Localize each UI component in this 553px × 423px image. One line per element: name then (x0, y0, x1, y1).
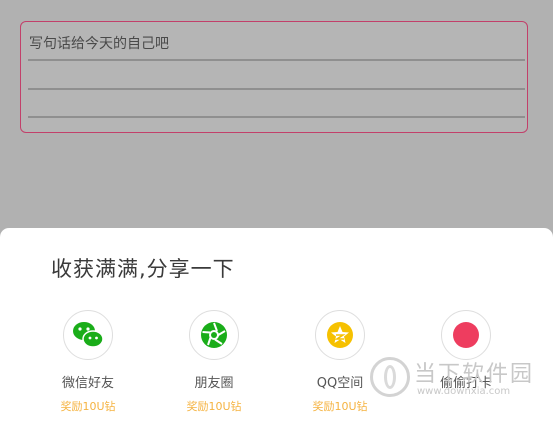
reward-label: 奖励10U钻 (186, 400, 242, 413)
reward-label: 奖励10U钻 (312, 400, 368, 413)
share-sheet-title: 收获满满,分享一下 (51, 257, 235, 281)
share-moments-button[interactable]: 朋友圈 奖励10U钻 (159, 310, 269, 414)
share-label: 微信好友 (61, 376, 114, 391)
watermark-logo-icon (370, 357, 410, 397)
note-placeholder: 写句话给今天的自己吧 (29, 36, 169, 52)
wechat-icon (63, 310, 113, 360)
moments-icon (189, 310, 239, 360)
note-line (28, 116, 525, 118)
watermark-url: www.downxia.com (417, 386, 511, 397)
reward-label: 奖励10U钻 (60, 400, 116, 413)
watermark-text: 当下软件园 (414, 362, 535, 387)
record-icon (441, 310, 491, 360)
note-input-box[interactable]: 写句话给今天的自己吧 (20, 21, 528, 133)
note-line (28, 59, 525, 61)
note-line (28, 88, 525, 90)
share-wechat-button[interactable]: 微信好友 奖励10U钻 (33, 310, 143, 414)
qzone-icon (315, 310, 365, 360)
share-label: 朋友圈 (194, 376, 234, 391)
